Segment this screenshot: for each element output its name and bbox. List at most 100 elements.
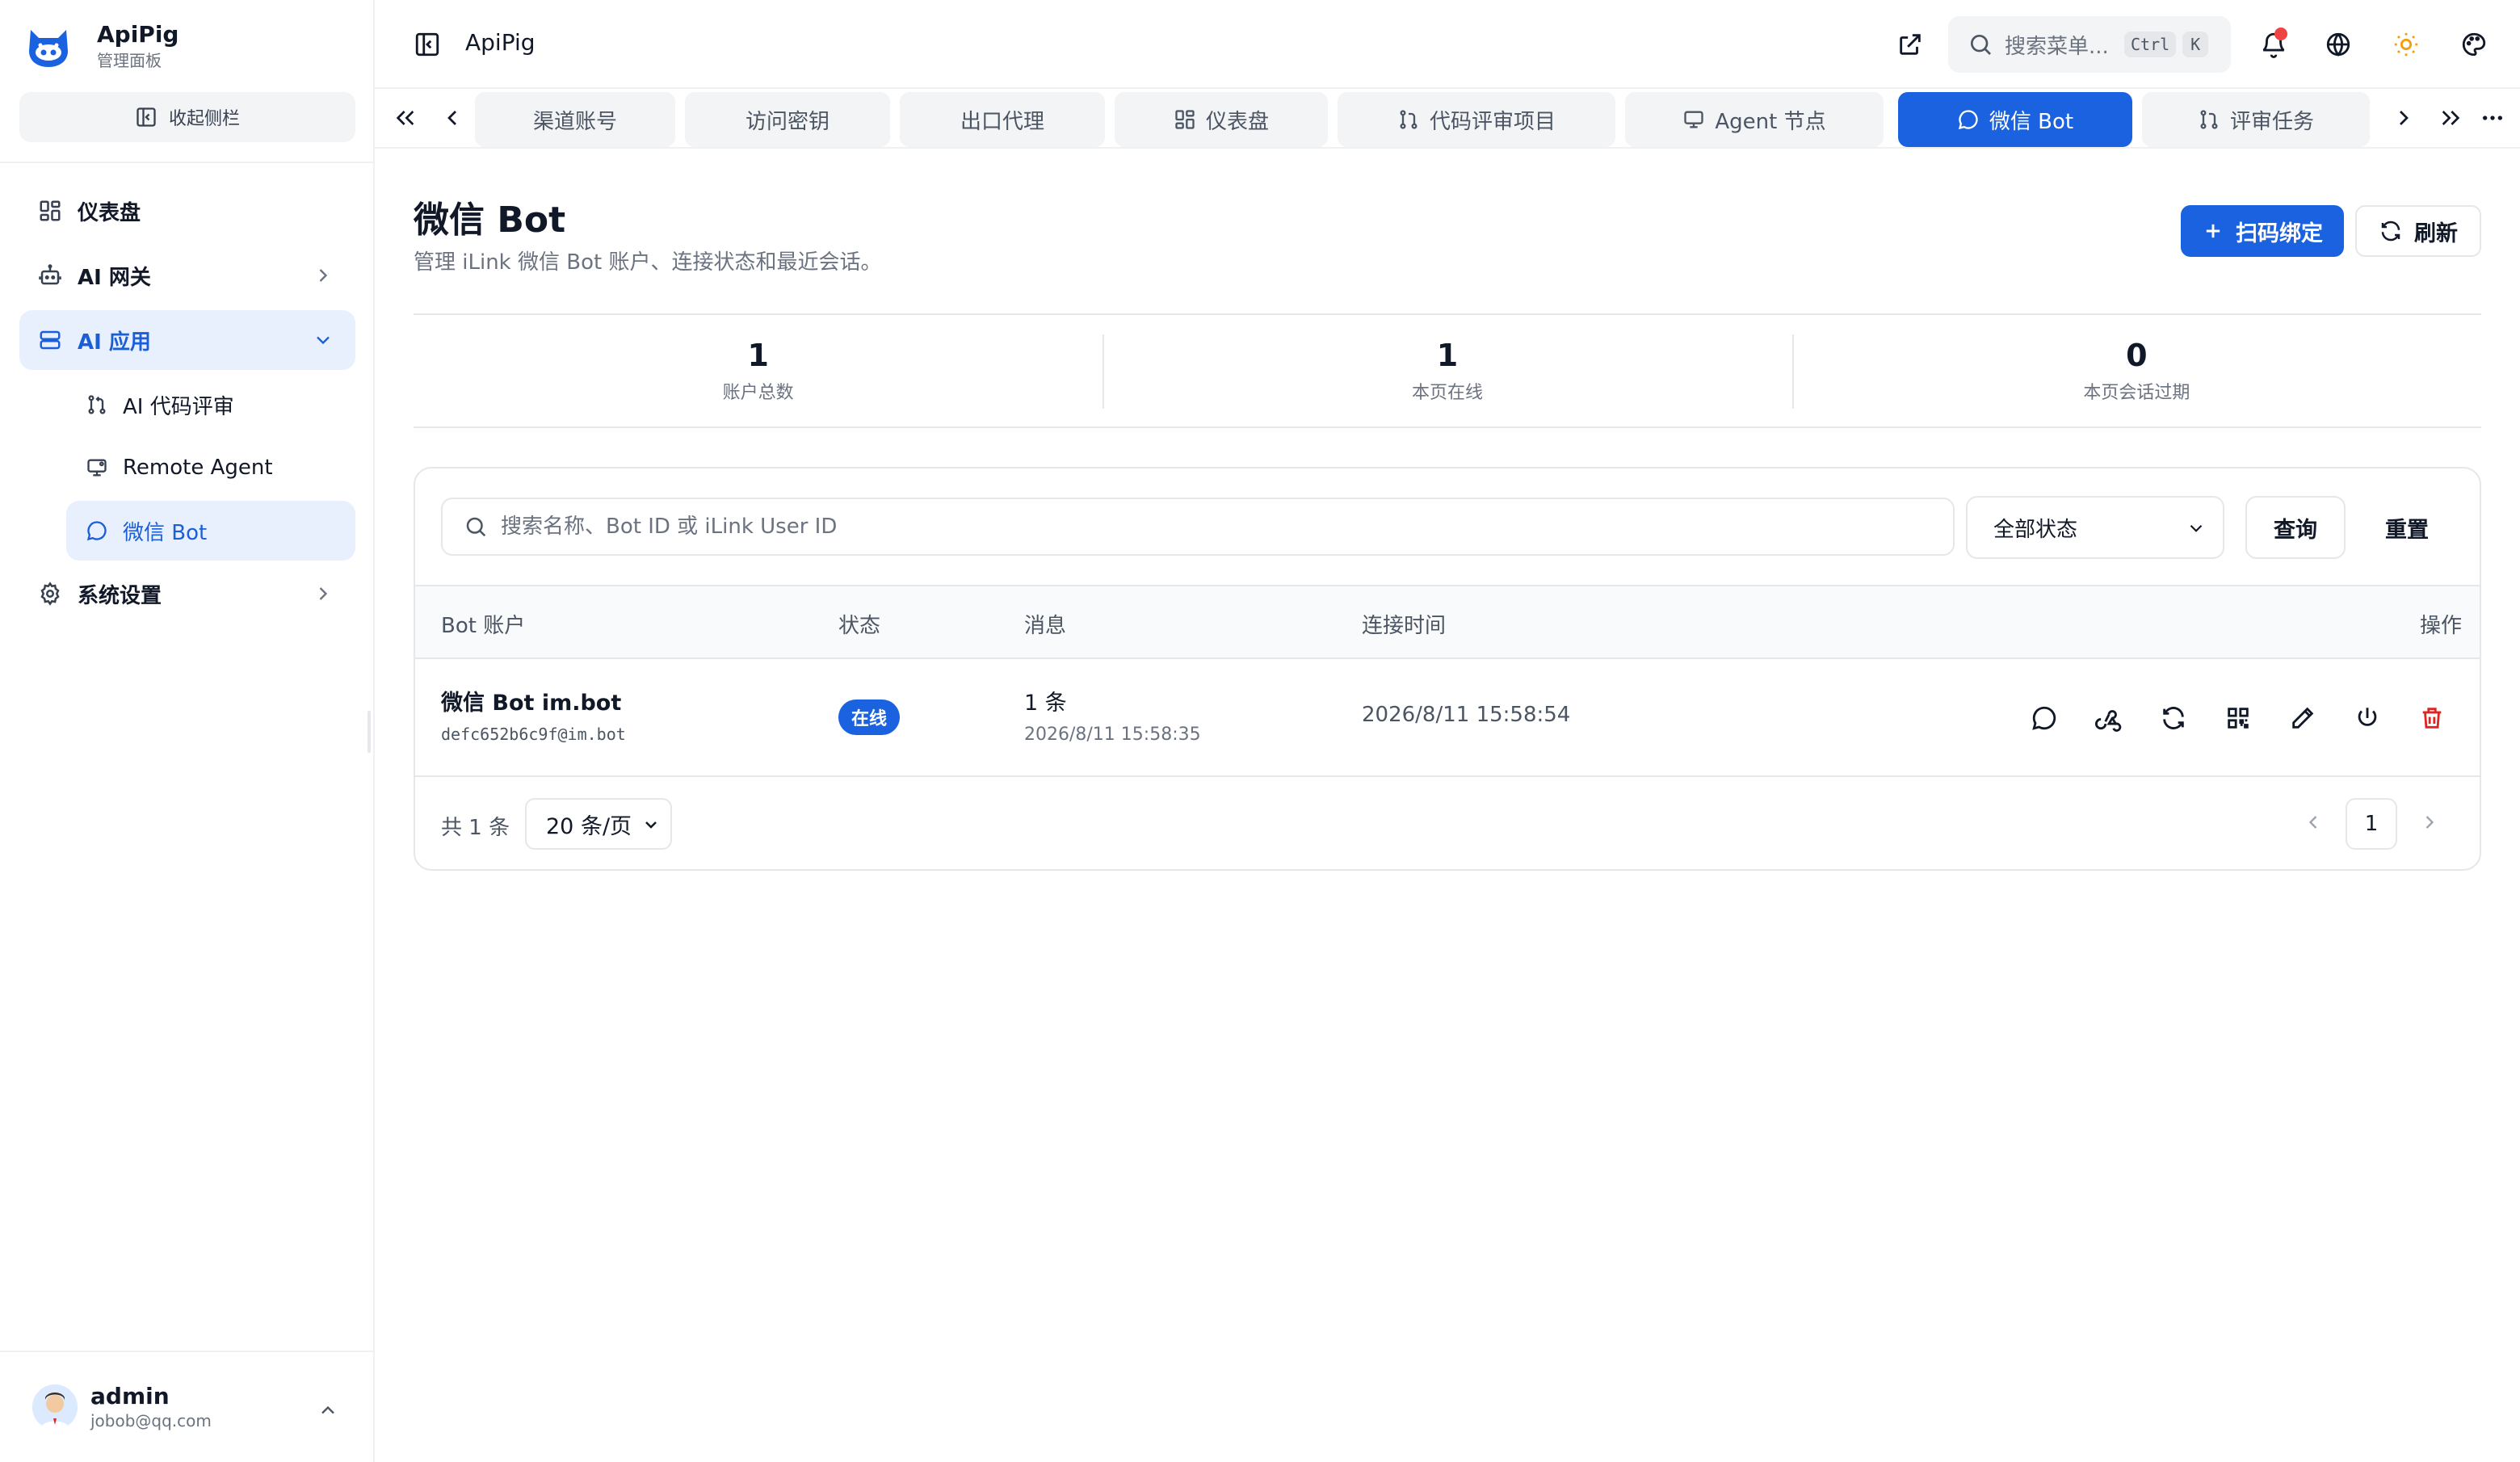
brand[interactable]: ApiPig 管理面板 [24,21,178,71]
sidebar-resize-handle[interactable] [368,711,371,753]
tab-review-tasks[interactable]: 评审任务 [2142,92,2370,147]
query-button[interactable]: 查询 [2245,496,2346,559]
tab-egress-proxy[interactable]: 出口代理 [900,92,1105,147]
sidebar-item-wechat-bot[interactable]: 微信 Bot [66,501,355,561]
palette-icon[interactable] [2460,31,2488,58]
webhook-button[interactable] [2094,703,2124,733]
user-menu[interactable]: admin jobob@qq.com [0,1351,375,1462]
user-email: jobob@qq.com [90,1411,212,1430]
chat-bubble-icon [1958,110,1978,130]
gear-icon [37,581,63,607]
tab-channel-accounts[interactable]: 渠道账号 [475,92,675,147]
bot-account-cell: 微信 Bot im.bot defc652b6c9f@im.bot [441,685,626,744]
external-link-icon[interactable] [1896,31,1924,58]
user-name: admin [90,1383,170,1409]
refresh-icon [2381,221,2400,242]
chevrons-right-icon[interactable] [2438,105,2463,131]
sidebar-item-ai-apps[interactable]: AI 应用 [19,310,355,370]
scan-bind-label: 扫码绑定 [2236,221,2323,246]
stat-value: 1 [1436,338,1459,373]
power-icon [2358,708,2377,726]
topbar: ApiPig 搜索菜单... Ctrl K [375,0,2520,89]
tab-agent-nodes[interactable]: Agent 节点 [1625,92,1884,147]
git-pull-request-icon [1400,110,1418,129]
bot-id: defc652b6c9f@im.bot [441,725,626,744]
git-pull-request-icon [2200,110,2218,129]
tab-code-review-projects[interactable]: 代码评审项目 [1338,92,1615,147]
reset-button[interactable]: 重置 [2357,496,2457,559]
tab-label: 渠道账号 [532,109,617,134]
status-badge: 在线 [838,699,901,735]
stat-label: 本页在线 [1411,383,1483,403]
reconnect-button[interactable] [2158,703,2189,733]
stat-total-accounts: 1 账户总数 [414,315,1102,426]
sidebar-item-label: 系统设置 [78,583,162,608]
sun-icon[interactable] [2392,31,2420,58]
chevron-left-icon[interactable] [439,105,465,131]
topbar-title: ApiPig [465,29,536,56]
chevron-down-icon [2190,524,2203,532]
delete-button[interactable] [2417,703,2447,733]
tab-label: 访问密钥 [745,109,830,134]
stat-expired-sessions: 0 本页会话过期 [1791,315,2481,426]
qrcode-button[interactable] [2223,703,2253,733]
sidebar-item-dashboard[interactable]: 仪表盘 [19,181,355,241]
more-horizontal-icon[interactable] [2480,105,2505,131]
menu-search[interactable]: 搜索菜单... Ctrl K [1948,16,2231,73]
table-header: Bot 账户 状态 消息 连接时间 操作 [415,585,2480,659]
column-header-actions: 操作 [2420,614,2463,638]
refresh-label: 刷新 [2414,221,2458,246]
collapse-sidebar-label: 收起侧栏 [168,109,240,129]
tab-dashboard[interactable]: 仪表盘 [1115,92,1328,147]
bot-search-field[interactable] [441,498,1955,556]
sidebar-item-label: 微信 Bot [123,520,208,545]
sidebar-nav: 仪表盘 AI 网关 AI 应用 AI 代码评审 Remote Agent 微信 … [19,181,355,628]
tab-access-keys[interactable]: 访问密钥 [685,92,890,147]
panel-left-icon[interactable] [414,31,441,58]
tab-wechat-bot[interactable]: 微信 Bot [1898,92,2132,147]
collapse-sidebar-button[interactable]: 收起侧栏 [19,92,355,142]
status-select[interactable]: 全部状态 [1966,496,2224,559]
server-icon [37,327,63,353]
messages-cell: 1 条 2026/8/11 15:58:35 [1024,685,1201,745]
chevron-left-icon[interactable] [2302,811,2325,834]
stat-value: 1 [747,338,769,373]
bot-search-input[interactable] [501,515,1874,539]
chevron-right-icon[interactable] [2391,105,2417,131]
page-description: 管理 iLink 微信 Bot 账户、连接状态和最近会话。 [414,250,882,275]
disconnect-button[interactable] [2352,703,2383,733]
scan-bind-button[interactable]: 扫码绑定 [2181,205,2344,257]
sidebar-item-ai-gateway[interactable]: AI 网关 [19,246,355,305]
sidebar: ApiPig 管理面板 收起侧栏 仪表盘 AI 网关 AI 应用 AI 代码评审… [0,0,375,1462]
chevron-down-icon [317,336,330,345]
table-row[interactable]: 微信 Bot im.bot defc652b6c9f@im.bot 在线 1 条… [415,659,2480,777]
page-number-button[interactable]: 1 [2346,798,2397,850]
search-icon [466,517,486,537]
page-size-select[interactable]: 20 条/页 [525,798,672,850]
chevrons-left-icon[interactable] [393,105,418,131]
avatar [32,1384,78,1430]
column-header-connected-time: 连接时间 [1362,614,1447,638]
tab-label: 出口代理 [960,109,1044,134]
monitor-icon [84,455,110,481]
status-select-value: 全部状态 [1993,517,2078,542]
stat-label: 本页会话过期 [2083,383,2190,403]
sidebar-item-remote-agent[interactable]: Remote Agent [66,438,355,498]
tab-label: 评审任务 [2229,109,2314,134]
refresh-icon [2163,707,2184,729]
chevron-right-icon [319,587,328,600]
status-cell: 在线 [838,699,901,735]
sidebar-item-label: AI 代码评审 [123,394,234,419]
tab-label: Agent 节点 [1715,109,1826,134]
sidebar-item-ai-code-review[interactable]: AI 代码评审 [66,375,355,435]
globe-icon[interactable] [2325,31,2352,58]
message-time: 2026/8/11 15:58:35 [1024,725,1201,745]
chevron-right-icon[interactable] [2418,811,2441,834]
brand-title: ApiPig [97,21,179,48]
refresh-button[interactable]: 刷新 [2355,205,2481,257]
tab-label: 微信 Bot [1989,109,2074,134]
edit-button[interactable] [2287,703,2318,733]
sidebar-item-settings[interactable]: 系统设置 [19,564,355,624]
chevron-up-icon [321,1405,334,1414]
chat-button[interactable] [2029,703,2060,733]
